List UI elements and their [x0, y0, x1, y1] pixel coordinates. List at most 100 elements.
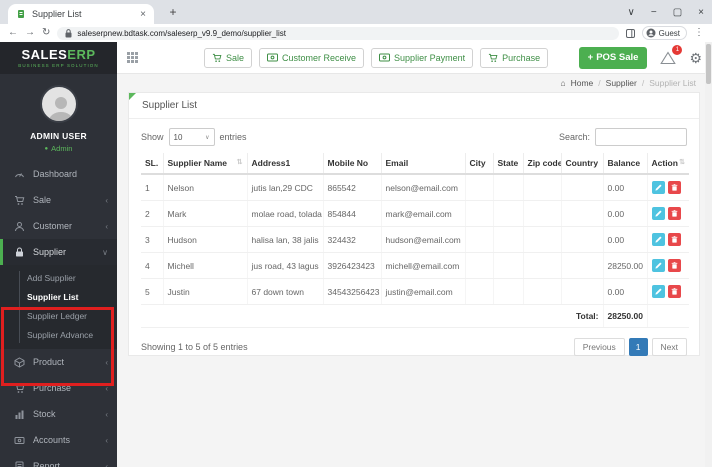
online-dot-icon: ●	[45, 146, 49, 152]
app-logo: SALESERP Business ERP Solution	[0, 42, 117, 74]
page-length-select[interactable]: 10 ∨	[169, 128, 215, 146]
total-row: Total: 28250.00	[141, 305, 689, 328]
col-balance[interactable]: Balance	[603, 153, 647, 174]
chevron-left-icon: ‹	[105, 222, 108, 231]
total-value: 28250.00	[603, 305, 647, 328]
sort-icon: ⇅	[679, 158, 685, 166]
sidebar-item-report[interactable]: Report ‹	[0, 453, 117, 467]
sidebar-item-accounts[interactable]: Accounts ‹	[0, 427, 117, 453]
previous-page-button[interactable]: Previous	[574, 338, 625, 356]
submenu-item-supplier-list[interactable]: Supplier List	[0, 288, 117, 307]
col-mobile[interactable]: Mobile No	[323, 153, 381, 174]
pos-sale-button[interactable]: + POS Sale	[579, 47, 648, 69]
col-supplier-name[interactable]: Supplier Name⇅	[163, 153, 247, 174]
search-label: Search:	[559, 132, 590, 142]
col-city[interactable]: City	[465, 153, 493, 174]
sidebar-item-supplier[interactable]: Supplier ∨	[0, 239, 117, 265]
sidebar-item-customer[interactable]: Customer ‹	[0, 213, 117, 239]
sidebar-item-dashboard[interactable]: Dashboard	[0, 161, 117, 187]
search-input[interactable]	[595, 128, 687, 146]
window-minimize-icon[interactable]: −	[651, 7, 657, 18]
logo-accent: ERP	[67, 47, 95, 62]
delete-button[interactable]	[668, 259, 681, 272]
total-label: Total:	[141, 305, 603, 328]
delete-button[interactable]	[668, 207, 681, 220]
plus-icon: +	[588, 52, 594, 63]
col-country[interactable]: Country	[561, 153, 603, 174]
table-footer: Showing 1 to 5 of 5 entries Previous 1 N…	[129, 328, 699, 366]
customer-receive-button[interactable]: Customer Receive	[259, 48, 364, 68]
edit-button[interactable]	[652, 207, 665, 220]
next-page-button[interactable]: Next	[652, 338, 687, 356]
delete-button[interactable]	[668, 285, 681, 298]
sale-button[interactable]: Sale	[204, 48, 252, 68]
submenu-item-supplier-ledger[interactable]: Supplier Ledger	[0, 307, 117, 326]
edit-button[interactable]	[652, 181, 665, 194]
chevron-left-icon: ‹	[105, 410, 108, 419]
home-icon: ⌂	[560, 78, 565, 88]
page-1-button[interactable]: 1	[629, 338, 648, 356]
sidebar-item-stock[interactable]: Stock ‹	[0, 401, 117, 427]
settings-gear-icon[interactable]: ⚙	[689, 51, 702, 65]
chevron-left-icon: ‹	[105, 196, 108, 205]
forward-icon[interactable]: →	[25, 28, 35, 38]
browser-menu-icon[interactable]: ⋮	[694, 28, 704, 38]
tab-search-icon[interactable]: ∨	[628, 7, 635, 18]
bookmark-panel-icon[interactable]	[626, 29, 635, 38]
col-address[interactable]: Address1	[247, 153, 323, 174]
trash-icon	[671, 236, 678, 243]
col-email[interactable]: Email	[381, 153, 465, 174]
favicon	[16, 9, 26, 19]
pencil-icon	[655, 262, 662, 269]
sidebar-item-sale[interactable]: Sale ‹	[0, 187, 117, 213]
col-action[interactable]: Action⇅	[647, 153, 689, 174]
trash-icon	[671, 184, 678, 191]
back-icon[interactable]: ←	[8, 28, 18, 38]
chevron-left-icon: ‹	[105, 358, 108, 367]
sidebar-item-purchase[interactable]: Purchase ‹	[0, 375, 117, 401]
breadcrumb-supplier[interactable]: Supplier	[606, 78, 637, 88]
supplier-payment-button[interactable]: Supplier Payment	[371, 48, 473, 68]
sidebar-item-product[interactable]: Product ‹	[0, 349, 117, 375]
submenu-item-add-supplier[interactable]: Add Supplier	[0, 269, 117, 288]
window-maximize-icon[interactable]: ▢	[673, 7, 682, 18]
tab-close-icon[interactable]: ×	[140, 9, 146, 20]
window-close-icon[interactable]: ×	[698, 7, 704, 18]
apps-grid-icon[interactable]	[127, 52, 138, 63]
sidebar: SALESERP Business ERP Solution ADMIN USE…	[0, 42, 117, 467]
submenu-item-supplier-advance[interactable]: Supplier Advance	[0, 326, 117, 345]
notification-badge: 1	[672, 45, 682, 55]
edit-button[interactable]	[652, 285, 665, 298]
user-status: ● Admin	[0, 144, 117, 153]
table-row: 1 Nelson jutis lan,29 CDC 865542 nelson@…	[141, 174, 689, 201]
delete-button[interactable]	[668, 233, 681, 246]
pencil-icon	[655, 288, 662, 295]
browser-profile-button[interactable]: Guest	[642, 26, 687, 40]
header-right-tools: + POS Sale 1 ⚙	[579, 47, 702, 69]
delete-button[interactable]	[668, 181, 681, 194]
trash-icon	[671, 210, 678, 217]
col-state[interactable]: State	[493, 153, 523, 174]
show-label: Show	[141, 132, 164, 142]
address-bar[interactable]: saleserpnew.bdtask.com/saleserp_v9.9_dem…	[57, 27, 618, 40]
breadcrumb-home[interactable]: Home	[571, 78, 594, 88]
notifications-button[interactable]: 1	[660, 51, 676, 65]
browser-tab[interactable]: Supplier List ×	[8, 4, 154, 24]
table-row: 3 Hudson halisa lan, 38 jalis 324432 hud…	[141, 227, 689, 253]
page-scrollbar[interactable]	[705, 42, 712, 467]
pencil-icon	[655, 236, 662, 243]
new-tab-button[interactable]: +	[164, 3, 182, 21]
pencil-icon	[655, 210, 662, 217]
edit-button[interactable]	[652, 259, 665, 272]
money-icon	[379, 53, 390, 62]
edit-button[interactable]	[652, 233, 665, 246]
chevron-left-icon: ‹	[105, 462, 108, 467]
table-header-row: SL. Supplier Name⇅ Address1 Mobile No Em…	[141, 153, 689, 174]
col-zip[interactable]: Zip code	[523, 153, 561, 174]
scrollbar-thumb[interactable]	[706, 44, 711, 84]
purchase-button[interactable]: Purchase	[480, 48, 548, 68]
chevron-down-icon: ∨	[102, 248, 108, 257]
col-sl[interactable]: SL.	[141, 153, 163, 174]
reload-icon[interactable]: ↻	[42, 28, 50, 38]
trash-icon	[671, 262, 678, 269]
